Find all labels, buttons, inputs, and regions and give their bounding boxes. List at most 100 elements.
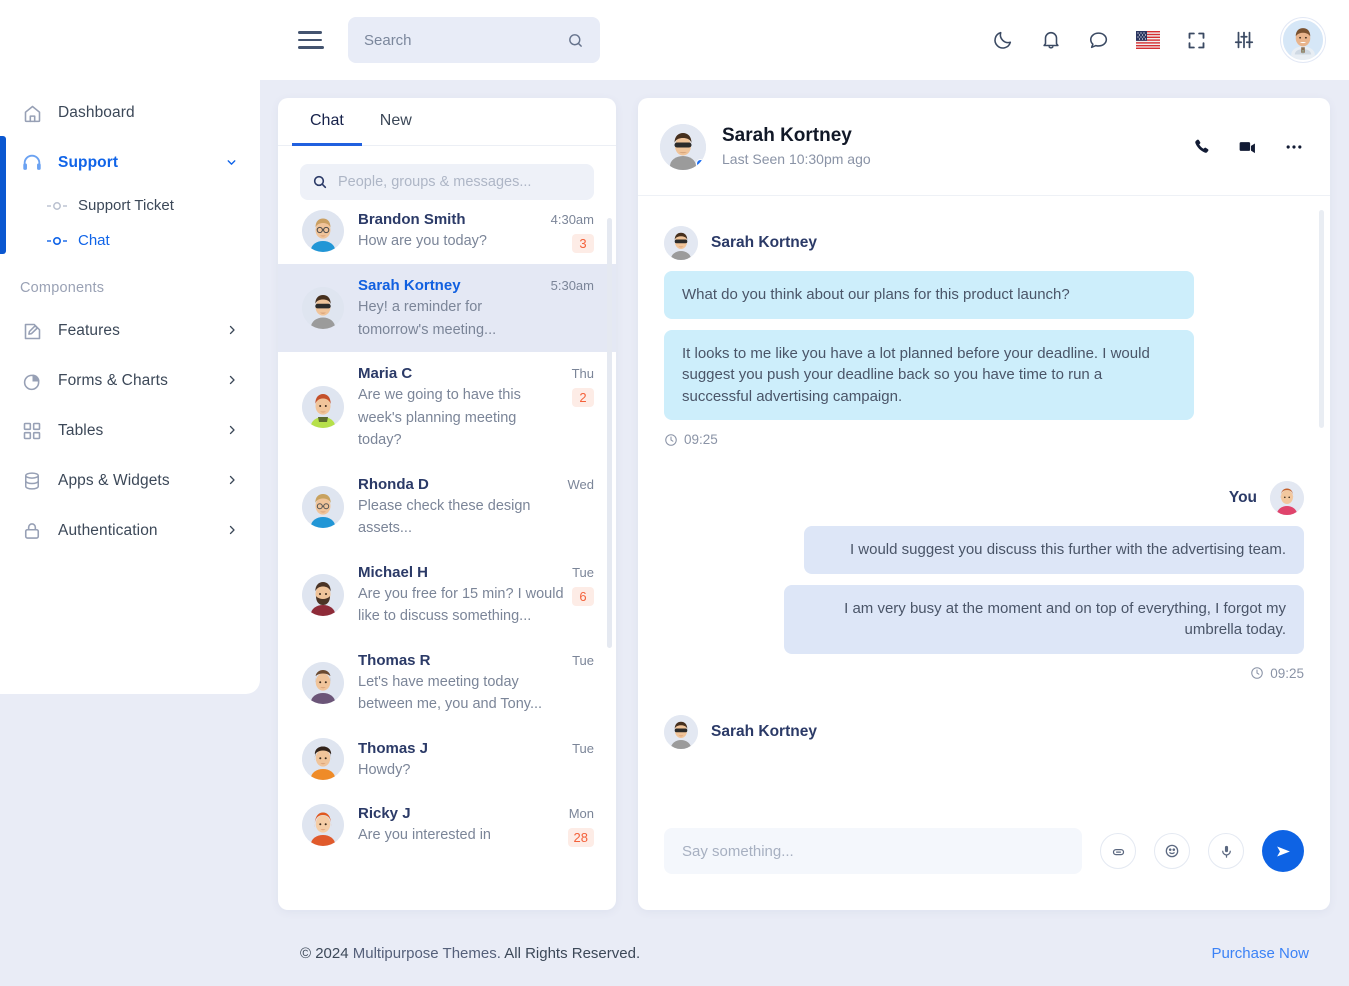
purchase-now-link[interactable]: Purchase Now xyxy=(1211,945,1309,962)
brand-link[interactable]: Multipurpose Themes. xyxy=(353,945,501,962)
sidebar-subitem-chat[interactable]: Chat xyxy=(0,223,260,258)
unread-badge: 2 xyxy=(572,388,594,407)
chat-list-search[interactable] xyxy=(300,164,594,200)
avatar xyxy=(302,287,344,329)
sidebar-item-dashboard[interactable]: Dashboard xyxy=(0,88,260,138)
search-icon xyxy=(312,174,328,190)
chat-list-item-time: 5:30am xyxy=(551,276,594,295)
clock-icon xyxy=(664,433,678,447)
home-icon xyxy=(20,101,44,125)
sidebar-subitem-support-ticket[interactable]: Support Ticket xyxy=(0,188,260,223)
bell-icon[interactable] xyxy=(1040,29,1062,51)
chat-list-item-meta: Tue xyxy=(564,738,594,782)
chat-list-item[interactable]: Maria CAre we going to have this week's … xyxy=(278,352,616,463)
avatar xyxy=(302,486,344,528)
header-actions xyxy=(992,18,1349,62)
edit-square-icon xyxy=(20,319,44,343)
message-group: YouI would suggest you discuss this furt… xyxy=(638,481,1330,681)
send-button[interactable] xyxy=(1262,830,1304,872)
chat-list-item-text: Brandon SmithHow are you today? xyxy=(358,209,543,253)
chat-list-item-text: Rhonda DPlease check these design assets… xyxy=(358,474,560,540)
grid-icon xyxy=(20,419,44,443)
sidebar-item-label: Support xyxy=(58,154,225,172)
chat-list-scrollbar[interactable] xyxy=(607,218,612,648)
chat-list-item[interactable]: Brandon SmithHow are you today?4:30am3 xyxy=(278,198,616,264)
chevron-right-icon xyxy=(226,474,238,488)
message-bubble: What do you think about our plans for th… xyxy=(664,271,1194,319)
chat-list-item-name: Brandon Smith xyxy=(358,209,543,230)
avatar xyxy=(660,124,706,170)
video-icon[interactable] xyxy=(1237,136,1258,157)
header-search[interactable] xyxy=(348,17,600,63)
search-icon[interactable] xyxy=(567,32,584,49)
message-author-name: Sarah Kortney xyxy=(711,723,817,741)
chat-list-item-text: Michael HAre you free for 15 min? I woul… xyxy=(358,562,564,628)
chat-list-item[interactable]: Sarah KortneyHey! a reminder for tomorro… xyxy=(278,264,616,352)
avatar xyxy=(664,715,698,749)
microphone-icon[interactable] xyxy=(1208,833,1244,869)
more-icon[interactable] xyxy=(1284,137,1304,157)
chat-list-item[interactable]: Ricky JAre you interested inMon28 xyxy=(278,792,616,858)
sidebar-item-tables[interactable]: Tables xyxy=(0,406,260,456)
chat-list-item-name: Ricky J xyxy=(358,803,560,824)
chat-list-item-name: Thomas J xyxy=(358,738,564,759)
chat-list-item-preview: Hey! a reminder for tomorrow's meeting..… xyxy=(358,296,543,341)
conversation-messages: Sarah Kortney What do you think about our… xyxy=(638,196,1330,792)
lock-icon xyxy=(20,519,44,543)
message-bubble: I am very busy at the moment and on top … xyxy=(784,585,1304,654)
chat-list-item[interactable]: Michael HAre you free for 15 min? I woul… xyxy=(278,551,616,639)
sidebar-section-title: Components xyxy=(0,258,260,306)
chat-list-item-time: Mon xyxy=(568,804,594,823)
chat-list-item-meta: 4:30am3 xyxy=(543,209,594,253)
bullet-dot-icon xyxy=(44,201,70,211)
chat-list-item-meta: Tue xyxy=(564,650,594,716)
tab-new[interactable]: New xyxy=(362,98,430,146)
chevron-right-icon xyxy=(226,374,238,388)
message-group: Sarah KortneyWhat do you think about our… xyxy=(638,226,1330,447)
search-input[interactable] xyxy=(364,32,567,49)
sidebar-item-support[interactable]: Support xyxy=(0,138,260,188)
copyright-suffix: All Rights Reserved. xyxy=(501,945,640,962)
menu-toggle-button[interactable] xyxy=(298,30,324,50)
chat-list-item[interactable]: Thomas RLet's have meeting today between… xyxy=(278,639,616,727)
copyright-prefix: © 2024 xyxy=(300,945,353,962)
sidebar: Dashboard Support Support Ticket Chat Co… xyxy=(0,0,260,694)
chat-list-item-name: Rhonda D xyxy=(358,474,560,495)
conversation-last-seen: Last Seen 10:30pm ago xyxy=(722,149,871,170)
chat-list-item-time: Thu xyxy=(572,364,594,383)
message-timestamp: 09:25 xyxy=(664,432,1304,447)
tab-chat[interactable]: Chat xyxy=(292,98,362,146)
chat-list-panel: Chat New Brandon SmithHow are you today?… xyxy=(278,98,616,910)
avatar xyxy=(664,226,698,260)
attachment-icon[interactable] xyxy=(1100,833,1136,869)
fullscreen-icon[interactable] xyxy=(1186,30,1207,51)
message-bubble: It looks to me like you have a lot plann… xyxy=(664,330,1194,421)
sidebar-item-forms-charts[interactable]: Forms & Charts xyxy=(0,356,260,406)
avatar xyxy=(302,804,344,846)
chat-search-input[interactable] xyxy=(338,174,582,190)
chat-list-item-time: 4:30am xyxy=(551,210,594,229)
message-bubble: I would suggest you discuss this further… xyxy=(804,526,1304,574)
message-icon[interactable] xyxy=(1088,29,1110,51)
sidebar-item-authentication[interactable]: Authentication xyxy=(0,506,260,556)
avatar[interactable] xyxy=(1281,18,1325,62)
phone-icon[interactable] xyxy=(1192,137,1211,156)
sidebar-item-apps-widgets[interactable]: Apps & Widgets xyxy=(0,456,260,506)
settings-sliders-icon[interactable] xyxy=(1233,29,1255,51)
conversation-scrollbar[interactable] xyxy=(1319,210,1324,428)
message-timestamp: 09:25 xyxy=(664,666,1304,681)
message-group: Sarah Kortney xyxy=(638,715,1330,749)
chevron-right-icon xyxy=(226,324,238,338)
chat-list-item[interactable]: Thomas JHowdy?Tue xyxy=(278,727,616,793)
avatar xyxy=(302,574,344,616)
emoji-icon[interactable] xyxy=(1154,833,1190,869)
message-input[interactable] xyxy=(664,828,1082,874)
sidebar-item-label: Dashboard xyxy=(58,104,238,122)
flag-us-icon[interactable] xyxy=(1136,31,1160,49)
database-icon xyxy=(20,469,44,493)
chat-list-item[interactable]: Rhonda DPlease check these design assets… xyxy=(278,463,616,551)
sidebar-active-indicator xyxy=(0,136,6,254)
sidebar-item-features[interactable]: Features xyxy=(0,306,260,356)
moon-icon[interactable] xyxy=(992,29,1014,51)
chat-list-item-time: Wed xyxy=(568,475,595,494)
